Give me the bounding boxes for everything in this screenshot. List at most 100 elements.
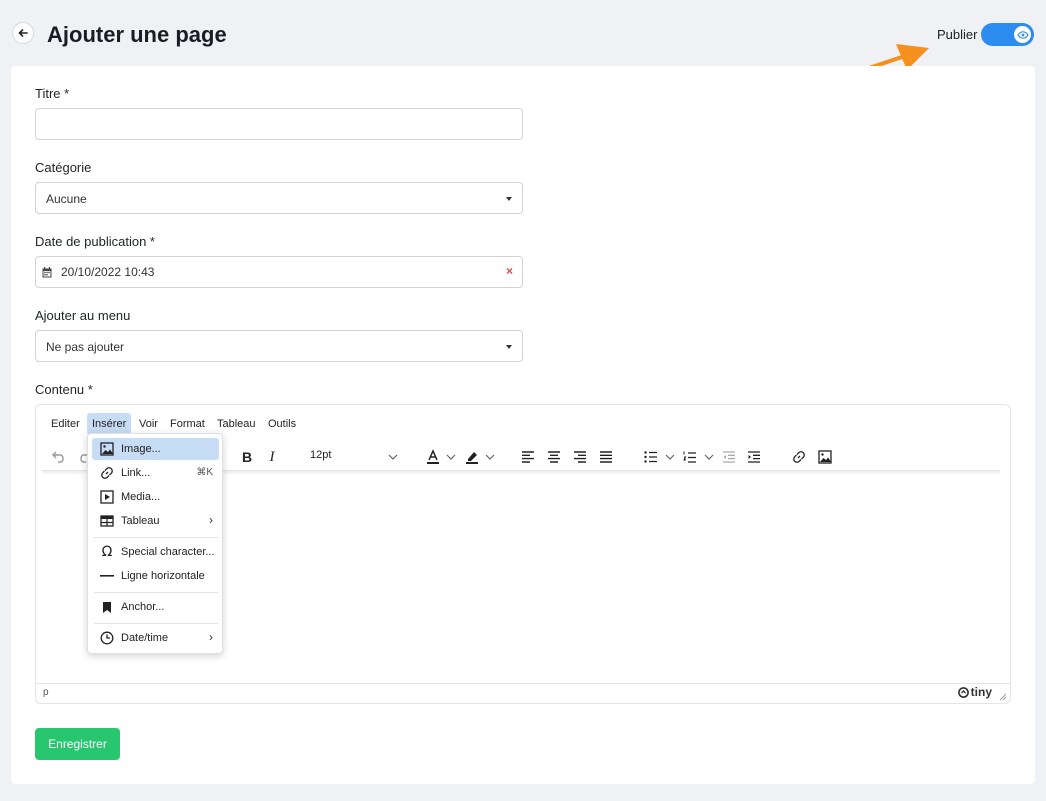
tiny-logo-icon xyxy=(957,686,969,698)
menu-item-anchor[interactable]: Anchor... xyxy=(92,596,219,618)
italic-button[interactable]: I xyxy=(263,448,281,466)
text-color-button[interactable] xyxy=(424,448,442,466)
menu-voir[interactable]: Voir xyxy=(134,413,163,435)
date-input[interactable]: 20/10/2022 10:43 × xyxy=(35,256,523,288)
menu-divider xyxy=(94,592,218,593)
align-left-icon xyxy=(522,451,534,463)
editor-statusbar: p tiny xyxy=(36,683,1010,703)
menu-item-label: Media... xyxy=(121,491,161,503)
menu-item-link[interactable]: Link... ⌘K xyxy=(92,462,219,484)
indent-icon xyxy=(748,451,760,463)
content-label: Contenu * xyxy=(35,382,93,397)
table-icon xyxy=(99,513,115,529)
menu-item-horizontal-line[interactable]: Ligne horizontale xyxy=(92,565,219,587)
page-title: Ajouter une page xyxy=(47,22,227,47)
tiny-logo-text: tiny xyxy=(970,685,992,699)
numbered-list-icon xyxy=(683,451,696,463)
date-value: 20/10/2022 10:43 xyxy=(61,265,155,279)
undo-button[interactable] xyxy=(50,448,68,466)
category-value: Aucune xyxy=(46,192,87,206)
bold-button[interactable]: B xyxy=(238,448,256,466)
highlight-color-button[interactable] xyxy=(463,448,481,466)
save-button[interactable]: Enregistrer xyxy=(35,728,120,760)
resize-grip-icon[interactable] xyxy=(999,693,1007,701)
horizontal-line-icon xyxy=(99,568,115,584)
menu-item-image[interactable]: Image... xyxy=(92,438,219,460)
menu-item-label: Anchor... xyxy=(121,601,165,613)
justify-icon xyxy=(600,451,612,463)
date-label: Date de publication * xyxy=(35,234,155,249)
menu-outils[interactable]: Outils xyxy=(263,413,301,435)
link-icon xyxy=(99,465,115,481)
menu-item-special-character[interactable]: Ω Special character... xyxy=(92,541,219,563)
tiny-logo[interactable]: tiny xyxy=(957,685,992,699)
category-label: Catégorie xyxy=(35,160,92,175)
menu-item-label: Date/time xyxy=(121,632,169,644)
align-center-icon xyxy=(548,451,560,463)
outdent-icon xyxy=(723,451,735,463)
chevron-down-icon[interactable] xyxy=(481,448,499,466)
category-select[interactable]: Aucune xyxy=(35,182,523,214)
shortcut-label: ⌘K xyxy=(196,467,213,478)
toggle-knob xyxy=(1014,26,1031,43)
menu-label: Ajouter au menu xyxy=(35,308,131,323)
font-size-select[interactable]: 12pt xyxy=(310,449,331,461)
align-left-button[interactable] xyxy=(519,448,537,466)
menu-tableau[interactable]: Tableau xyxy=(212,413,261,435)
text-color-icon xyxy=(427,449,439,464)
chevron-down-icon[interactable] xyxy=(661,448,679,466)
link-icon xyxy=(793,451,805,463)
clock-icon xyxy=(99,630,115,646)
menu-item-label: Special character... xyxy=(121,546,215,558)
undo-icon xyxy=(52,451,64,463)
indent-button[interactable] xyxy=(745,448,763,466)
bullet-list-button[interactable] xyxy=(642,448,660,466)
outdent-button[interactable] xyxy=(720,448,738,466)
chevron-right-icon: › xyxy=(209,513,213,527)
bookmark-icon xyxy=(99,599,115,615)
chevron-down-icon[interactable] xyxy=(700,448,718,466)
image-icon xyxy=(99,441,115,457)
numbered-list-button[interactable] xyxy=(681,448,699,466)
font-size-chevron-icon xyxy=(384,448,402,466)
publish-toggle[interactable] xyxy=(981,23,1034,46)
chevron-right-icon: › xyxy=(209,630,213,644)
caret-down-icon xyxy=(506,345,512,349)
menu-value: Ne pas ajouter xyxy=(46,340,125,354)
chevron-down-icon[interactable] xyxy=(442,448,460,466)
title-label: Titre * xyxy=(35,86,70,101)
menu-format[interactable]: Format xyxy=(165,413,210,435)
bullet-list-icon xyxy=(644,451,657,463)
menu-editer[interactable]: Editer xyxy=(46,413,85,435)
element-path[interactable]: p xyxy=(43,687,49,698)
menu-item-label: Tableau xyxy=(121,515,160,527)
menu-item-label: Image... xyxy=(121,443,161,455)
omega-icon: Ω xyxy=(101,544,113,560)
align-center-button[interactable] xyxy=(545,448,563,466)
menu-item-label: Ligne horizontale xyxy=(121,570,205,582)
align-right-icon xyxy=(574,451,586,463)
menu-select[interactable]: Ne pas ajouter xyxy=(35,330,523,362)
menu-item-datetime[interactable]: Date/time › xyxy=(92,627,219,649)
justify-button[interactable] xyxy=(597,448,615,466)
back-button[interactable] xyxy=(12,22,34,44)
insert-link-button[interactable] xyxy=(790,448,808,466)
menu-divider xyxy=(94,623,218,624)
menu-item-tableau[interactable]: Tableau › xyxy=(92,510,219,532)
insert-menu-dropdown: Image... Link... ⌘K Media... Tableau › Ω… xyxy=(87,433,223,654)
calendar-icon xyxy=(42,267,52,278)
align-right-button[interactable] xyxy=(571,448,589,466)
highlighter-icon xyxy=(466,452,478,464)
media-icon xyxy=(99,489,115,505)
menu-inserer[interactable]: Insérer xyxy=(87,413,132,435)
caret-down-icon xyxy=(506,197,512,201)
arrow-left-icon xyxy=(18,29,28,37)
eye-icon xyxy=(1016,30,1029,39)
clear-date-icon[interactable]: × xyxy=(506,264,513,278)
insert-image-button[interactable] xyxy=(816,448,834,466)
menu-divider xyxy=(94,537,218,538)
image-icon xyxy=(818,450,832,464)
menu-item-media[interactable]: Media... xyxy=(92,486,219,508)
menu-item-label: Link... xyxy=(121,467,151,479)
title-input[interactable] xyxy=(35,108,523,140)
